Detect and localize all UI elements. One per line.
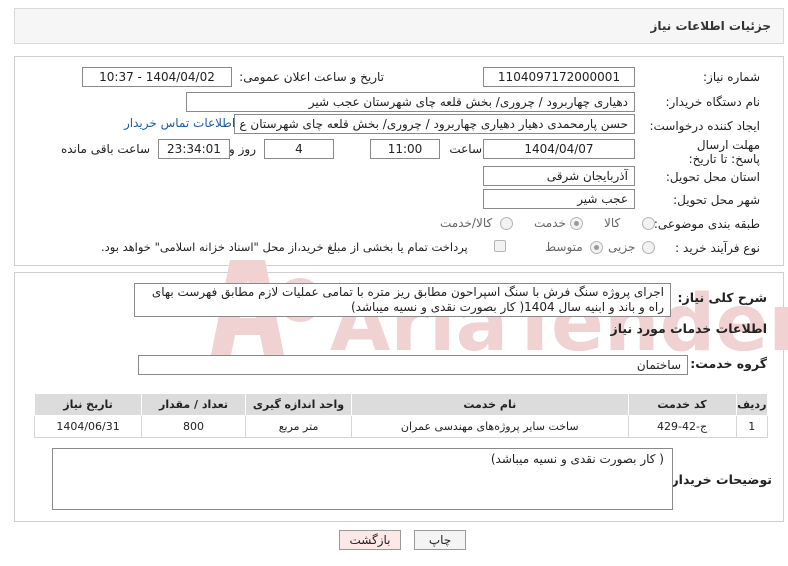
category-label: طبقه بندی موضوعی:	[653, 217, 760, 231]
quantity-cell: 800	[141, 415, 247, 438]
deadline-label: مهلت ارسال پاسخ: تا تاریخ:	[688, 138, 760, 166]
deadline-time-label: ساعت	[449, 142, 482, 156]
remaining-days-field: 4	[264, 139, 334, 159]
services-section-title: اطلاعات خدمات مورد نیاز	[610, 321, 768, 336]
need-info-panel	[14, 56, 784, 266]
col-code-header: کد خدمت	[627, 393, 737, 416]
treasury-payment-note: پرداخت تمام یا بخشی از مبلغ خرید،از محل …	[101, 240, 468, 254]
services-table-header: ردیف کد خدمت نام خدمت واحد اندازه گیری ت…	[33, 393, 769, 416]
category-goods-radio[interactable]	[642, 217, 655, 230]
process-medium-label: متوسط	[545, 240, 583, 254]
announce-date-field: 1404/04/02 - 10:37	[82, 67, 232, 87]
process-medium-radio[interactable]	[590, 241, 603, 254]
service-group-field: ساختمان	[138, 355, 688, 375]
col-qty-header: تعداد / مقدار	[141, 393, 247, 416]
category-goods-service-label: کالا/خدمت	[440, 216, 493, 230]
city-field: عجب شیر	[483, 189, 635, 209]
page-title: جزئیات اطلاعات نیاز	[650, 19, 771, 33]
deadline-time-field: 11:00	[370, 139, 440, 159]
category-goods-label: کالا	[604, 216, 621, 230]
col-date-header: تاریخ نیاز	[33, 393, 143, 416]
page-header: جزئیات اطلاعات نیاز	[14, 8, 784, 44]
need-number-field: 1104097172000001	[483, 67, 635, 87]
remaining-time-field: 23:34:01	[158, 139, 230, 159]
treasury-payment-checkbox[interactable]	[494, 240, 506, 252]
requester-field: حسن پارمحمدی دهیار دهیاری چهاربرود / چرو…	[234, 114, 635, 134]
buyer-notes-label: توضیحات خریدار:	[666, 472, 772, 487]
back-button[interactable]: بازگشت	[339, 530, 401, 550]
category-service-label: خدمت	[534, 216, 566, 230]
requester-label: ایجاد کننده درخواست:	[649, 119, 760, 133]
need-number-label: شماره نیاز:	[703, 70, 760, 84]
deadline-date-field: 1404/04/07	[483, 139, 635, 159]
service-name-cell: ساخت سایر پروژه‌های مهندسی عمران	[351, 415, 629, 438]
need-date-cell: 1404/06/31	[33, 415, 143, 438]
services-table: ردیف کد خدمت نام خدمت واحد اندازه گیری ت…	[33, 393, 769, 438]
province-label: استان محل تحویل:	[665, 170, 760, 184]
category-goods-service-radio[interactable]	[500, 217, 513, 230]
process-minor-label: جزیی	[608, 240, 636, 254]
description-textarea[interactable]: اجرای پروژه سنگ فرش با سنگ اسپراحون مطاب…	[134, 283, 671, 317]
city-label: شهر محل تحویل:	[673, 193, 760, 207]
unit-cell: متر مربع	[245, 415, 353, 438]
print-button[interactable]: چاپ	[414, 530, 466, 550]
row-number-cell: 1	[735, 415, 769, 438]
buyer-org-label: نام دستگاه خریدار:	[665, 95, 761, 109]
days-label: روز و	[229, 142, 256, 156]
buyer-contact-link[interactable]: اطلاعات تماس خریدار	[124, 116, 235, 130]
buyer-org-field: دهیاری چهاربرود / چروری/ بخش قلعه چای شه…	[186, 92, 635, 112]
process-type-label: نوع فرآیند خرید :	[675, 241, 760, 255]
col-name-header: نام خدمت	[351, 393, 629, 416]
col-unit-header: واحد اندازه گیری	[245, 393, 353, 416]
buyer-notes-textarea[interactable]: ( کار بصورت نقدی و نسیه میباشد)	[52, 448, 673, 510]
process-minor-radio[interactable]	[642, 241, 655, 254]
province-field: آذربایجان شرقی	[483, 166, 635, 186]
service-group-label: گروه خدمت:	[690, 356, 767, 371]
col-row-header: ردیف	[735, 393, 769, 416]
announce-date-label: تاریخ و ساعت اعلان عمومی:	[239, 70, 384, 84]
description-label: شرح کلی نیاز:	[677, 290, 767, 305]
service-code-cell: ج-42-429	[627, 415, 737, 438]
remaining-time-label: ساعت باقی مانده	[60, 142, 150, 156]
category-service-radio[interactable]	[570, 217, 583, 230]
table-row: 1 ج-42-429 ساخت سایر پروژه‌های مهندسی عم…	[33, 415, 769, 438]
